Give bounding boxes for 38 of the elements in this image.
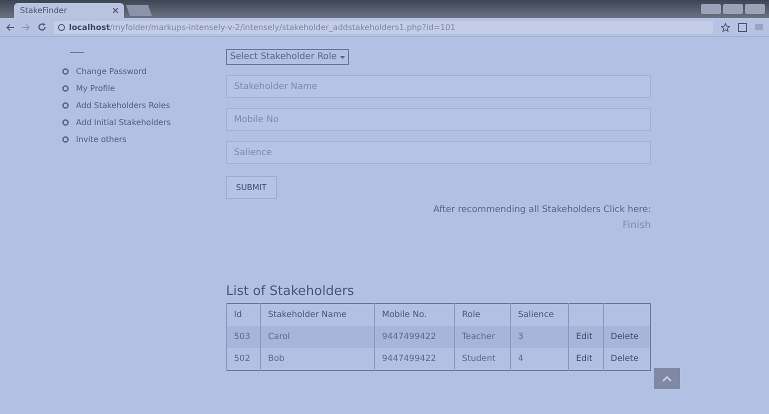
circle-icon — [62, 119, 69, 126]
sidebar-link[interactable]: Change Password — [76, 67, 147, 76]
sidebar-link[interactable]: Add Initial Stakeholders — [76, 118, 171, 127]
circle-icon — [62, 85, 69, 92]
address-bar[interactable]: localhost/myfolder/markups-intensely-v-2/intensely/stakeholder_addstakeholders1.php?id=101 — [54, 20, 713, 34]
scroll-top-button[interactable] — [654, 368, 680, 389]
close-icon[interactable] — [113, 8, 118, 13]
table-title: List of Stakeholders — [226, 284, 356, 299]
menu-icon[interactable] — [755, 23, 763, 31]
reload-icon[interactable] — [38, 23, 46, 31]
browser-tab[interactable]: StakeFinder — [14, 3, 124, 18]
sidebar-link[interactable]: My Profile — [76, 84, 116, 93]
text-field[interactable]: Mobile No — [226, 108, 651, 131]
extension-icon[interactable] — [738, 22, 747, 32]
text-field[interactable]: Stakeholder Name — [226, 75, 651, 98]
sidebar-link[interactable]: Add Stakeholders Roles — [76, 101, 170, 110]
action-link[interactable]: Delete — [603, 348, 650, 370]
chevron-up-icon — [662, 376, 672, 382]
dropdown-icon — [340, 56, 345, 58]
table-cell: 9447499422 — [374, 348, 454, 370]
new-tab-button[interactable] — [126, 5, 152, 16]
sidebar-link[interactable]: Invite others — [76, 135, 126, 144]
star-icon[interactable] — [721, 22, 730, 32]
back-icon[interactable] — [6, 24, 14, 30]
text-field[interactable]: Salience — [226, 141, 651, 164]
role-select[interactable]: Select Stakeholder Role — [226, 49, 349, 65]
table-cell: 4 — [510, 348, 568, 370]
action-link[interactable]: Edit — [568, 348, 604, 370]
circle-icon — [62, 102, 69, 109]
submit-button[interactable]: SUBMIT — [226, 176, 277, 199]
circle-icon — [62, 136, 69, 143]
table-cell: Bob — [260, 348, 374, 370]
table-cell: Student — [454, 348, 510, 370]
circle-icon — [62, 68, 69, 75]
finish-note: After recommending all Stakeholders Click here: — [433, 205, 651, 215]
forward-icon[interactable] — [22, 24, 30, 30]
info-icon — [58, 24, 65, 30]
table-cell: 502 — [226, 348, 260, 370]
